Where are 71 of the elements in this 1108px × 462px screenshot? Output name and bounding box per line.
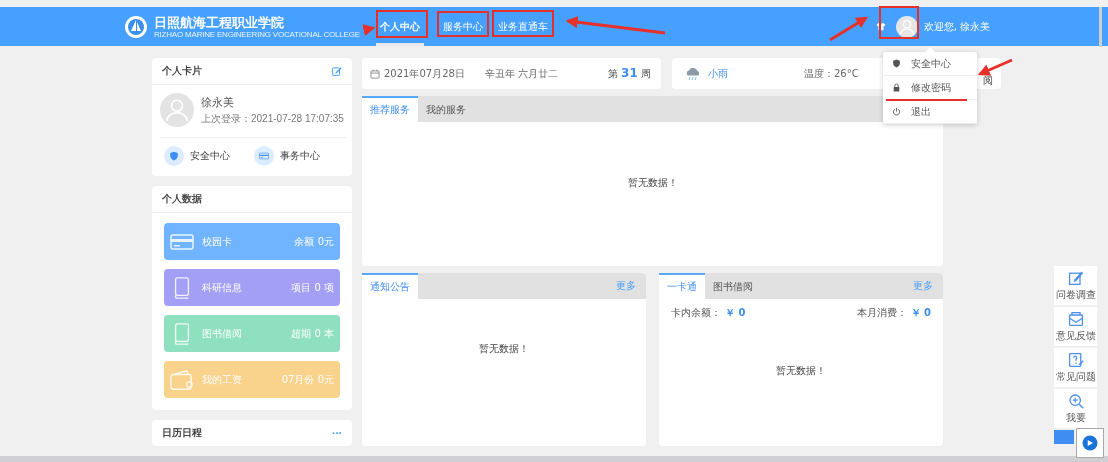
side-tool-button[interactable]: 常见问题 bbox=[1054, 348, 1097, 387]
profile-link[interactable]: 事务中心 bbox=[254, 146, 320, 166]
avatar-icon[interactable] bbox=[895, 15, 918, 38]
highlight-frame bbox=[437, 11, 489, 37]
balance-label: 卡内余额： bbox=[671, 306, 721, 320]
data-tile[interactable]: 科研信息 项目 0 项 bbox=[164, 269, 340, 306]
nav-tab[interactable]: 业务直通车 bbox=[494, 7, 552, 46]
panel-tab[interactable]: 图书借阅 bbox=[705, 273, 761, 299]
rain-cloud-icon bbox=[684, 66, 702, 81]
annotation-arrow bbox=[829, 16, 869, 42]
card-title: 个人卡片 bbox=[162, 64, 202, 78]
panel-tab[interactable]: 一卡通 bbox=[659, 273, 705, 299]
side-tool-button[interactable]: 我要 bbox=[1054, 389, 1097, 428]
spending-label: 本月消费： bbox=[856, 306, 907, 320]
tshirt-icon[interactable] bbox=[875, 22, 886, 31]
date-text: 2021年07月28日 bbox=[384, 66, 465, 81]
empty-message: 暂无数据！ bbox=[627, 176, 678, 190]
menu-item[interactable]: 退出 bbox=[883, 100, 977, 124]
card-icon bbox=[259, 151, 269, 161]
weather-text: 小雨 bbox=[708, 66, 728, 81]
school-logo-icon bbox=[124, 14, 148, 39]
panel-tab[interactable]: 通知公告 bbox=[362, 273, 418, 299]
week-number-text: 第 31 周 bbox=[607, 66, 651, 81]
school-name: 日照航海工程职业学院 bbox=[154, 14, 284, 30]
edit-icon[interactable] bbox=[332, 66, 342, 76]
data-tile[interactable]: 校园卡 余额 0元 bbox=[164, 223, 340, 260]
panel-tab[interactable]: 推荐服务 bbox=[362, 96, 418, 122]
menu-item[interactable]: 安全中心 bbox=[883, 52, 977, 76]
side-tool-button[interactable]: 问卷调查 bbox=[1054, 266, 1097, 305]
lock-icon bbox=[892, 83, 901, 92]
nav-tab[interactable]: 个人中心 bbox=[376, 7, 424, 46]
card-title: 个人数据 bbox=[162, 192, 202, 206]
empty-message: 暂无数据！ bbox=[479, 342, 529, 356]
school-subtitle: RIZHAO MARINE ENGINEERING VOCATIONAL COLLEGE bbox=[154, 29, 360, 39]
side-tool-button[interactable]: 意见反馈 bbox=[1054, 307, 1097, 346]
envelope-icon bbox=[1067, 311, 1084, 327]
last-login-text: 上次登录：2021-07-28 17:07:35 bbox=[201, 113, 344, 125]
shield-icon bbox=[892, 59, 901, 68]
zoom-icon bbox=[1067, 393, 1084, 409]
profile-link[interactable]: 安全中心 bbox=[164, 146, 230, 166]
annotation-arrow bbox=[977, 58, 1013, 76]
highlight-frame bbox=[376, 10, 428, 38]
vertical-scrollbar[interactable] bbox=[1099, 7, 1102, 47]
user-name: 徐永美 bbox=[201, 95, 235, 110]
avatar-icon bbox=[160, 93, 194, 127]
more-link[interactable]: 更多 bbox=[616, 273, 646, 299]
lunar-date-text: 辛丑年 六月廿二 bbox=[484, 66, 559, 81]
temperature-text: 温度：26°C bbox=[804, 66, 859, 81]
chat-bubble-icon bbox=[1081, 434, 1099, 452]
annotation-arrow bbox=[362, 24, 376, 36]
nav-tab[interactable]: 服务中心 bbox=[439, 7, 487, 46]
edit-icon bbox=[1067, 270, 1084, 286]
highlight-frame bbox=[492, 10, 554, 37]
empty-message: 暂无数据！ bbox=[776, 364, 826, 378]
shield-icon bbox=[169, 151, 179, 161]
panel-tab[interactable]: 我的服务 bbox=[418, 96, 474, 122]
power-icon bbox=[892, 107, 901, 116]
horizontal-scrollbar[interactable] bbox=[0, 456, 1108, 462]
spending-value: ￥ 0 bbox=[910, 306, 931, 320]
question-icon bbox=[1067, 352, 1084, 368]
welcome-text: 欢迎您, 徐永美 bbox=[923, 19, 990, 34]
more-link[interactable]: 更多 bbox=[913, 273, 943, 299]
card-title: 日历日程 bbox=[162, 426, 202, 440]
wallet-icon bbox=[170, 368, 194, 391]
calendar-icon bbox=[370, 68, 380, 79]
shortcut-label[interactable]: 阅 bbox=[983, 74, 993, 88]
chat-button[interactable] bbox=[1076, 428, 1104, 458]
menu-item[interactable]: 修改密码 bbox=[883, 76, 977, 100]
more-link[interactable]: ··· bbox=[331, 428, 342, 438]
balance-value: ￥ 0 bbox=[725, 306, 746, 320]
highlight-frame bbox=[879, 6, 919, 39]
